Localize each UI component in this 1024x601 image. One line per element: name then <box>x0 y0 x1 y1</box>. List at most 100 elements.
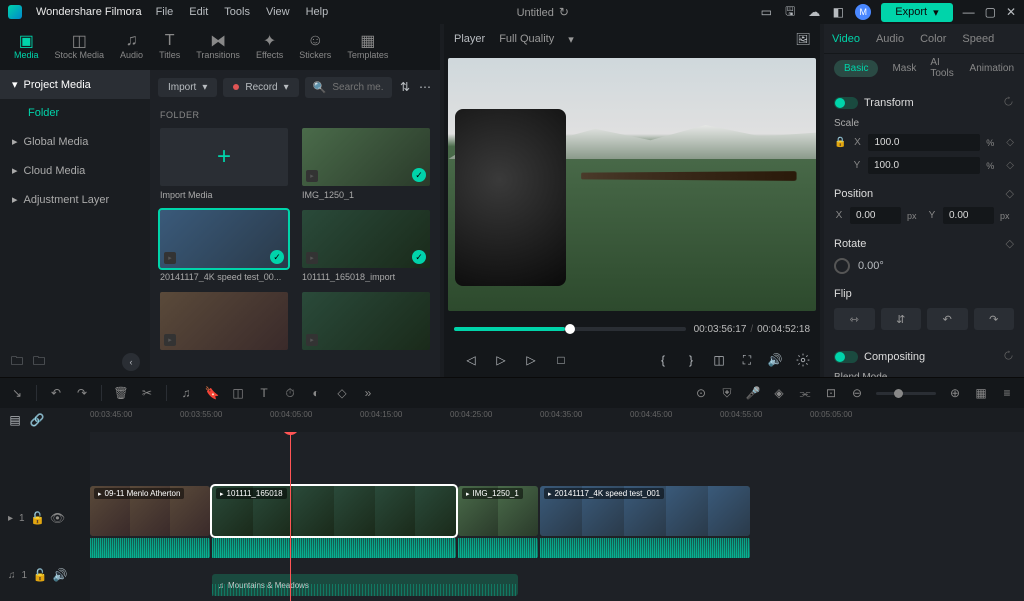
player-viewport[interactable] <box>448 58 816 311</box>
volume-icon[interactable]: 🔊 <box>768 353 782 367</box>
search-input[interactable] <box>332 82 384 93</box>
pos-y-input[interactable] <box>943 207 994 224</box>
tl-redo-icon[interactable]: ↷ <box>75 386 89 400</box>
progress-handle[interactable] <box>565 324 575 334</box>
menu-edit[interactable]: Edit <box>189 6 208 18</box>
timeline-clip[interactable]: 20141117_4K speed test_001 <box>540 486 750 536</box>
stop-button[interactable]: □ <box>554 353 568 367</box>
tl-snap-icon[interactable]: ⫘ <box>798 386 812 400</box>
rotate-keyframe[interactable]: ◇ <box>1006 237 1014 250</box>
new-folder-icon[interactable]: 🗀 <box>10 355 24 369</box>
tl-audio-mix-icon[interactable]: ◈ <box>772 386 786 400</box>
track-lock-icon[interactable]: 🔓 <box>31 511 45 525</box>
scale-lock-icon[interactable]: 🔒 <box>834 137 846 148</box>
sidebar-project-media[interactable]: ▾Project Media <box>0 70 150 99</box>
track-mute-icon[interactable]: 🔊 <box>53 568 67 582</box>
track-visibility-icon[interactable]: 👁 <box>51 511 65 525</box>
sidebar-adjustment-layer[interactable]: ▸Adjustment Layer <box>0 185 150 214</box>
tab-templates[interactable]: ▦Templates <box>341 30 394 64</box>
prop-tab-color[interactable]: Color <box>920 33 946 45</box>
minimize-button[interactable]: — <box>963 5 975 19</box>
media-item[interactable]: ▸ <box>160 292 288 354</box>
tl-undo-icon[interactable]: ↶ <box>49 386 63 400</box>
step-back-button[interactable]: ▷ <box>494 353 508 367</box>
scale-y-input[interactable] <box>868 157 980 174</box>
playhead[interactable]: ✂ <box>290 432 291 601</box>
settings-icon[interactable] <box>796 353 810 367</box>
cloud-icon[interactable]: ☁ <box>807 5 821 19</box>
prev-frame-button[interactable]: ◁ <box>464 353 478 367</box>
timeline-clip[interactable]: 09-11 Menlo Atherton <box>90 486 210 536</box>
record-dropdown[interactable]: Record▾ <box>223 78 298 97</box>
tl-cursor-icon[interactable]: ↘ <box>10 386 24 400</box>
rotate-dial[interactable] <box>834 258 850 274</box>
tl-split-icon[interactable]: ✂ <box>140 386 154 400</box>
tl-music-icon[interactable]: ♫ <box>179 386 193 400</box>
tl-link-icon[interactable]: 🔗 <box>30 413 44 427</box>
playhead-handle[interactable]: ✂ <box>282 432 299 435</box>
compositing-toggle[interactable] <box>834 351 858 363</box>
video-track-header[interactable]: ▸1 🔓 👁 <box>0 476 90 560</box>
media-item[interactable]: ✓▸101111_165018_import <box>302 210 430 282</box>
subtab-mask[interactable]: Mask <box>892 63 916 74</box>
clip-audio-waveform[interactable] <box>540 538 750 558</box>
scale-x-keyframe[interactable]: ◇ <box>1006 137 1014 148</box>
tl-zoom-in-icon[interactable]: ⊕ <box>948 386 962 400</box>
timeline-clip[interactable]: 101111_165018 <box>212 486 456 536</box>
flip-vertical-button[interactable]: ⇵ <box>881 308 922 330</box>
player-quality-dropdown[interactable]: Full Quality▾ <box>499 33 574 46</box>
tl-shield-icon[interactable]: ⛨ <box>720 386 734 400</box>
subtab-basic[interactable]: Basic <box>834 60 878 77</box>
position-keyframe[interactable]: ◇ <box>1006 187 1014 200</box>
track-content[interactable]: 09-11 Menlo Atherton101111_165018IMG_125… <box>90 432 1024 601</box>
scale-y-keyframe[interactable]: ◇ <box>1006 160 1014 171</box>
user-avatar[interactable]: M <box>855 4 871 20</box>
track-lock-icon[interactable]: 🔓 <box>33 568 47 582</box>
transform-reset-icon[interactable] <box>1003 96 1014 110</box>
tl-zoom-slider[interactable] <box>876 392 936 395</box>
audio-track-header[interactable]: ♫1 🔓 🔊 <box>0 560 90 590</box>
progress-slider[interactable] <box>454 327 686 331</box>
rotate-cw-button[interactable]: ↷ <box>974 308 1015 330</box>
filter-icon[interactable]: ⇅ <box>398 80 412 94</box>
close-button[interactable]: ✕ <box>1006 5 1016 19</box>
tl-delete-icon[interactable]: 🗑 <box>114 386 128 400</box>
view-options-icon[interactable]: ⋯ <box>418 80 432 94</box>
new-bin-icon[interactable]: 🗀 <box>32 355 46 369</box>
flip-horizontal-button[interactable]: ⇿ <box>834 308 875 330</box>
tl-render-icon[interactable]: ⊙ <box>694 386 708 400</box>
audio-clip[interactable]: ♫Mountains & Meadows <box>212 574 518 596</box>
clip-audio-waveform[interactable] <box>90 538 210 558</box>
tl-marker-icon[interactable]: 🔖 <box>205 386 219 400</box>
tl-speed-icon[interactable]: ⏱ <box>283 386 297 400</box>
import-dropdown[interactable]: Import▾ <box>158 78 217 97</box>
prop-tab-video[interactable]: Video <box>832 33 860 45</box>
play-button[interactable]: ▷ <box>524 353 538 367</box>
fullscreen-icon[interactable]: ⛶ <box>740 353 754 367</box>
tl-more-icon[interactable]: » <box>361 386 375 400</box>
tl-crop-icon[interactable]: ◫ <box>231 386 245 400</box>
export-button[interactable]: Export▾ <box>881 3 952 22</box>
tab-media[interactable]: ▣Media <box>8 30 45 64</box>
sidebar-collapse-button[interactable]: ‹ <box>122 353 140 371</box>
tab-effects[interactable]: ✦Effects <box>250 30 289 64</box>
tab-stock-media[interactable]: ◫Stock Media <box>49 30 111 64</box>
tl-keyframe-icon[interactable]: ◇ <box>335 386 349 400</box>
timeline-ruler[interactable]: ▤ 🔗 00:03:45:0000:03:55:0000:04:05:0000:… <box>0 408 1024 432</box>
tl-zoom-out-icon[interactable]: ⊖ <box>850 386 864 400</box>
menu-view[interactable]: View <box>266 6 290 18</box>
clip-audio-waveform[interactable] <box>458 538 538 558</box>
sidebar-cloud-media[interactable]: ▸Cloud Media <box>0 156 150 185</box>
media-search[interactable]: 🔍 <box>305 77 392 98</box>
sidebar-folder[interactable]: Folder <box>0 99 150 127</box>
device-icon[interactable]: ▭ <box>759 5 773 19</box>
media-item[interactable]: ✓▸20141117_4K speed test_00... <box>160 210 288 282</box>
compositing-reset-icon[interactable] <box>1003 350 1014 364</box>
tab-stickers[interactable]: ☺Stickers <box>293 30 337 64</box>
tl-grid-icon[interactable]: ▦ <box>974 386 988 400</box>
sidebar-global-media[interactable]: ▸Global Media <box>0 127 150 156</box>
mark-in-icon[interactable]: { <box>656 353 670 367</box>
tl-magnet-icon[interactable]: ⊡ <box>824 386 838 400</box>
tl-text-icon[interactable]: T <box>257 386 271 400</box>
save-icon[interactable]: 🖫 <box>783 5 797 19</box>
